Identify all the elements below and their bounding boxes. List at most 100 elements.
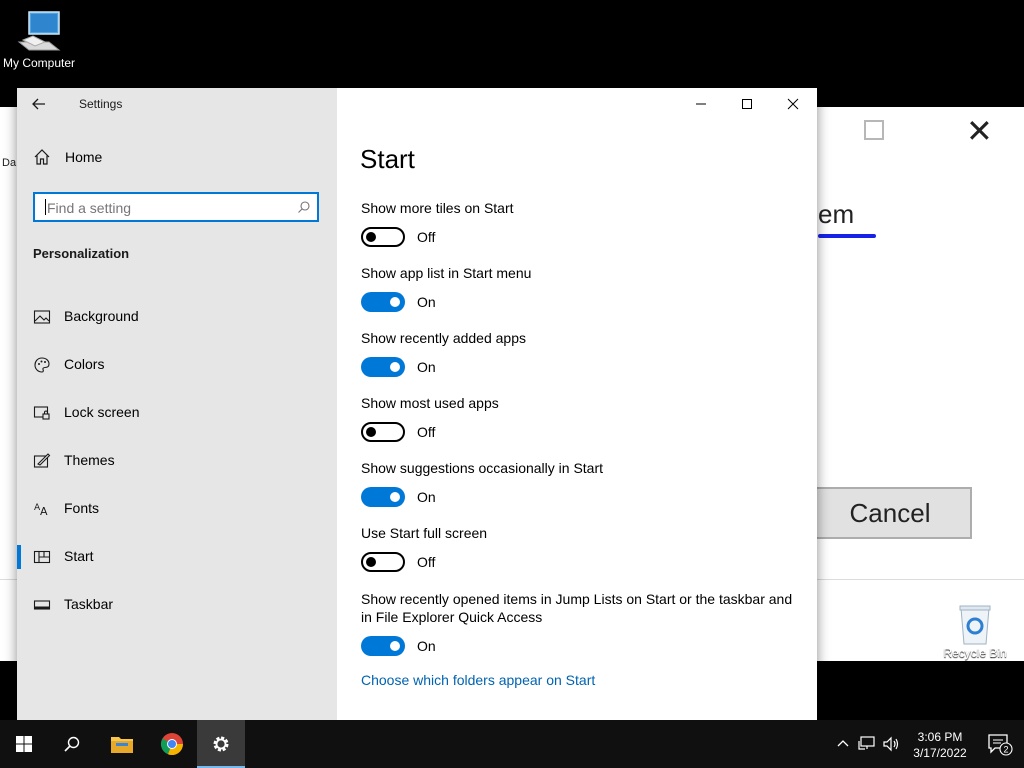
lock-screen-icon [33, 406, 50, 420]
my-computer-desktop-icon[interactable]: My Computer [2, 8, 76, 70]
minimize-button[interactable] [678, 88, 724, 120]
sidebar-item-label: Colors [64, 356, 105, 372]
maximize-button[interactable] [724, 88, 770, 120]
sidebar-item-label: Themes [64, 452, 115, 468]
setting-label: Show suggestions occasionally in Start [361, 460, 604, 476]
settings-content: Start Show more tiles on Start Off Show … [337, 88, 817, 720]
network-icon[interactable] [858, 736, 876, 752]
minimize-icon [696, 103, 706, 105]
setting-app-list: Show app list in Start menu On [361, 264, 801, 312]
background-underline [818, 234, 876, 238]
settings-sidebar: Settings Home Personalization Background… [17, 88, 337, 720]
setting-label: Show recently added apps [361, 330, 526, 346]
fonts-icon: AA [34, 503, 48, 518]
notification-icon: 2 [988, 734, 1013, 756]
taskbar-clock[interactable]: 3:06 PM 3/17/2022 [900, 729, 980, 761]
close-icon [787, 98, 799, 110]
settings-gear-icon [213, 736, 229, 752]
sidebar-item-background[interactable]: Background [17, 293, 337, 341]
file-explorer-icon [111, 737, 133, 753]
palette-icon [34, 357, 50, 373]
toggle-state: On [417, 294, 436, 310]
taskbar-icon [33, 600, 51, 610]
action-center-button[interactable]: 2 [976, 720, 1024, 768]
sidebar-item-colors[interactable]: Colors [17, 341, 337, 389]
section-title: Personalization [33, 246, 130, 261]
start-icon [33, 550, 51, 564]
sidebar-item-label: Taskbar [64, 596, 114, 612]
start-button[interactable] [0, 720, 48, 768]
toggle-state: On [417, 638, 436, 654]
setting-more-tiles: Show more tiles on Start Off [361, 199, 801, 247]
background-partial-word: em [818, 199, 855, 229]
chevron-up-icon[interactable] [836, 737, 850, 751]
image-icon [33, 310, 51, 324]
sidebar-nav: Background Colors Lock screen Themes AA … [17, 293, 337, 629]
chrome-button[interactable] [148, 720, 196, 768]
search-input[interactable] [45, 199, 289, 217]
clock-date: 3/17/2022 [913, 746, 967, 760]
toggle-switch[interactable] [361, 227, 405, 247]
toggle-state: Off [417, 424, 436, 440]
window-title: Settings [79, 97, 123, 111]
background-cancel-button[interactable]: Cancel [808, 487, 972, 539]
sidebar-item-themes[interactable]: Themes [17, 437, 337, 485]
toggle-switch[interactable] [361, 552, 405, 572]
volume-icon[interactable] [882, 736, 900, 752]
sidebar-item-start[interactable]: Start [17, 533, 337, 581]
setting-jump-lists: Show recently opened items in Jump Lists… [361, 590, 801, 656]
recycle-bin-desktop-icon[interactable]: Recycle Bin [940, 602, 1010, 660]
sidebar-item-label: Background [64, 308, 139, 324]
setting-label: Use Start full screen [361, 525, 488, 541]
themes-icon [33, 453, 51, 468]
setting-label: Show most used apps [361, 395, 499, 411]
setting-label: Show more tiles on Start [361, 200, 514, 216]
file-explorer-button[interactable] [98, 720, 146, 768]
close-button[interactable] [770, 88, 816, 120]
setting-full-screen: Use Start full screen Off [361, 524, 801, 572]
home-label: Home [65, 149, 103, 165]
toggle-switch[interactable] [361, 292, 405, 312]
clipped-text: Da [2, 157, 17, 169]
background-maximize-icon[interactable] [864, 120, 884, 140]
toggle-state: On [417, 489, 436, 505]
search-icon[interactable] [297, 200, 311, 214]
home-nav-item[interactable]: Home [33, 148, 102, 166]
sidebar-item-lock-screen[interactable]: Lock screen [17, 389, 337, 437]
choose-folders-link[interactable]: Choose which folders appear on Start [361, 672, 595, 688]
setting-recently-added: Show recently added apps On [361, 329, 801, 377]
setting-most-used: Show most used apps Off [361, 394, 801, 442]
toggle-switch[interactable] [361, 422, 405, 442]
taskbar-search-button[interactable] [48, 720, 96, 768]
sidebar-item-label: Start [64, 548, 94, 564]
svg-text:A: A [40, 505, 48, 518]
clock-time: 3:06 PM [917, 730, 963, 744]
home-icon [34, 149, 50, 165]
maximize-icon [742, 99, 752, 109]
toggle-state: Off [417, 229, 436, 245]
page-title: Start [360, 144, 415, 174]
settings-window: Settings Home Personalization Background… [17, 88, 817, 720]
back-arrow-icon[interactable] [31, 96, 51, 112]
notification-count: 2 [1003, 745, 1008, 755]
setting-label: Show app list in Start menu [361, 265, 532, 281]
settings-taskbar-button[interactable] [197, 720, 245, 768]
windows-start-icon [16, 736, 32, 752]
setting-label: Show recently opened items in Jump Lists… [361, 591, 793, 625]
sidebar-item-label: Fonts [64, 500, 100, 516]
computer-icon [17, 11, 61, 51]
toggle-switch[interactable] [361, 487, 405, 507]
sidebar-item-taskbar[interactable]: Taskbar [17, 581, 337, 629]
toggle-state: On [417, 359, 436, 375]
toggle-switch[interactable] [361, 636, 405, 656]
desktop-icon-label: Recycle Bin [943, 646, 1007, 660]
sidebar-item-fonts[interactable]: AA Fonts [17, 485, 337, 533]
toggle-switch[interactable] [361, 357, 405, 377]
search-box[interactable] [33, 192, 319, 222]
search-icon [64, 736, 80, 752]
setting-suggestions: Show suggestions occasionally in Start O… [361, 459, 801, 507]
sidebar-item-label: Lock screen [64, 404, 140, 420]
desktop-icon-label: My Computer [2, 56, 76, 70]
recycle-bin-icon [959, 605, 991, 645]
background-close-icon[interactable]: ✕ [966, 115, 993, 147]
